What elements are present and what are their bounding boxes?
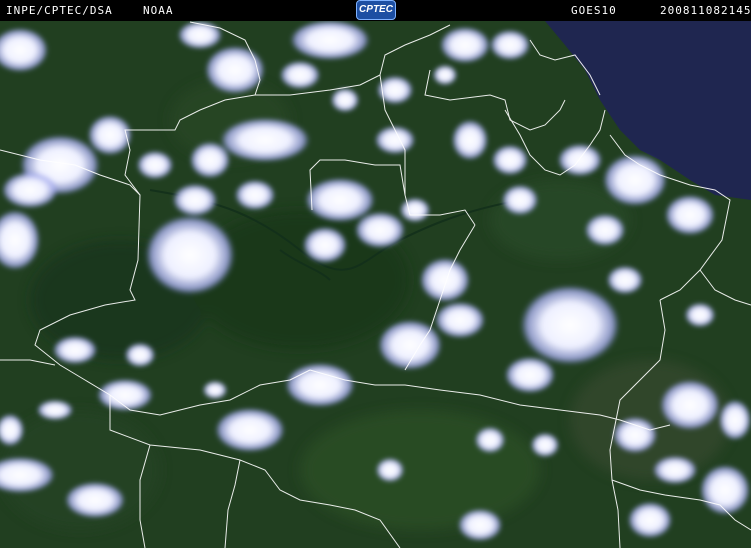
satellite-map (0, 21, 751, 548)
timestamp-label: 200811082145 (660, 4, 751, 17)
cptec-logo: CPTEC (356, 0, 396, 20)
image-header: INPE/CPTEC/DSA NOAA CPTEC GOES10 2008110… (0, 0, 751, 21)
satellite-label: GOES10 (571, 4, 617, 17)
source-label: INPE/CPTEC/DSA (6, 4, 113, 17)
agency-label: NOAA (143, 4, 174, 17)
